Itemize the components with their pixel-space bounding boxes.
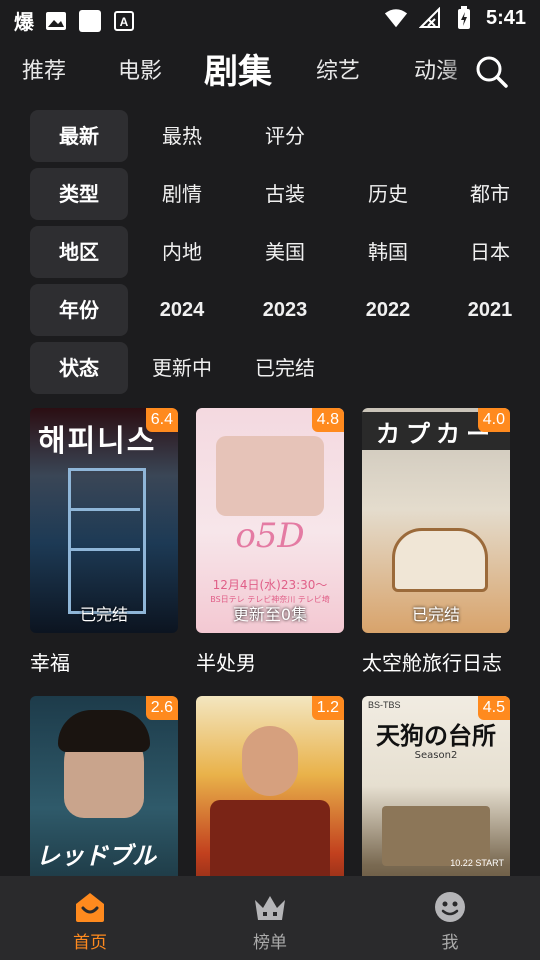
filter-option[interactable]: 评分: [235, 110, 335, 162]
series-card[interactable]: o5D 12月4日(水)23:30～ BS日テレ テレビ神奈川 テレビ埼 4.8…: [196, 408, 344, 676]
filter-row-genre: 类型 剧情 古装 历史 都市: [0, 168, 540, 220]
filter-option[interactable]: 美国: [235, 226, 335, 278]
filter-option[interactable]: 2024: [132, 284, 232, 336]
poster-image: カプカー 4.0 已完结: [362, 408, 510, 633]
search-icon[interactable]: [474, 54, 510, 90]
filter-option[interactable]: 2023: [235, 284, 335, 336]
poster-face: [242, 726, 298, 796]
clock: 5:41: [485, 6, 526, 29]
home-icon: [73, 890, 107, 924]
battery-charging-icon: [452, 6, 476, 30]
series-title: 半处男: [196, 651, 256, 675]
filter-option[interactable]: 古装: [235, 168, 335, 220]
filter-option[interactable]: 已完结: [235, 342, 335, 394]
bottom-navigation: 首页 榜单 我: [0, 876, 540, 960]
filter-option[interactable]: 韩国: [338, 226, 438, 278]
category-tabs: 推荐 电影 剧集 综艺 动漫: [0, 44, 540, 100]
nav-rankings[interactable]: 榜单: [210, 890, 330, 953]
filter-head-year[interactable]: 年份: [30, 284, 128, 336]
poster-line: [68, 508, 140, 511]
poster-date: 10.22 START: [450, 858, 504, 868]
series-card[interactable]: カプカー 4.0 已完结 太空舱旅行日志: [362, 408, 510, 676]
tab-recommend[interactable]: 推荐: [22, 44, 66, 100]
tab-series[interactable]: 剧集: [204, 44, 272, 100]
status-overlay: 已完结: [411, 605, 460, 624]
filter-head-latest[interactable]: 最新: [30, 110, 128, 162]
filter-option[interactable]: 2021: [440, 284, 540, 336]
filter-head-region[interactable]: 地区: [30, 226, 128, 278]
filter-option[interactable]: 2022: [338, 284, 438, 336]
poster-photo: [216, 436, 324, 516]
status-overlay: 已完结: [79, 605, 128, 624]
filter-option[interactable]: 更新中: [132, 342, 232, 394]
filter-option[interactable]: 内地: [132, 226, 232, 278]
tabs-fade-left: [0, 44, 20, 100]
filter-option[interactable]: 剧情: [132, 168, 232, 220]
poster-image: 해피니스 6.4 已完结: [30, 408, 178, 633]
rating-badge: 4.8: [311, 408, 344, 432]
filter-option[interactable]: 都市: [440, 168, 540, 220]
poster-airdate: 12月4日(水)23:30～: [212, 578, 328, 592]
filter-row-sort: 最新 最热 评分: [0, 110, 540, 162]
square-icon: [78, 9, 102, 33]
nav-home[interactable]: 首页: [30, 890, 150, 953]
wifi-icon: [384, 6, 408, 30]
filter-row-year: 年份 2024 2023 2022 2021: [0, 284, 540, 336]
filter-row-region: 地区 内地 美国 韩国 日本: [0, 226, 540, 278]
poster-hair: [58, 710, 150, 752]
filter-row-status: 状态 更新中 已完结: [0, 342, 540, 394]
series-title: 幸福: [30, 651, 70, 675]
filter-head-genre[interactable]: 类型: [30, 168, 128, 220]
nav-me-label: 我: [441, 933, 459, 953]
status-overlay: 更新至0集: [232, 605, 308, 624]
poster-capsule: [392, 528, 488, 592]
poster-logo: 해피니스: [38, 424, 157, 459]
status-bar: 爆 A 5:41: [0, 0, 540, 38]
nav-home-label: 首页: [73, 933, 107, 953]
series-title: 太空舱旅行日志: [362, 651, 502, 675]
smiley-icon: [433, 890, 467, 924]
image-icon: [44, 9, 68, 33]
keyboard-a-icon: A: [112, 9, 136, 33]
no-signal-icon: [418, 6, 442, 30]
series-card[interactable]: 해피니스 6.4 已完结 幸福: [30, 408, 178, 676]
poster-network: BS-TBS: [368, 700, 401, 710]
rating-badge: 6.4: [145, 408, 178, 432]
poster-image: o5D 12月4日(水)23:30～ BS日テレ テレビ神奈川 テレビ埼 4.8…: [196, 408, 344, 633]
app-notification-icon: 爆: [14, 10, 34, 34]
filter-option[interactable]: 最热: [132, 110, 232, 162]
nav-me[interactable]: 我: [390, 890, 510, 953]
tab-movies[interactable]: 电影: [118, 44, 162, 100]
poster-scene: [382, 806, 490, 866]
filter-option[interactable]: 日本: [440, 226, 540, 278]
nav-rankings-label: 榜单: [253, 933, 287, 953]
poster-season: Season2: [414, 750, 458, 761]
filter-head-status[interactable]: 状态: [30, 342, 128, 394]
rating-badge: 2.6: [145, 696, 178, 720]
poster-logo: o5D: [235, 516, 305, 556]
poster-building: [68, 468, 146, 614]
filter-option[interactable]: 历史: [338, 168, 438, 220]
poster-logo: 天狗の台所: [376, 721, 496, 750]
crown-icon: [253, 890, 287, 924]
svg-text:A: A: [120, 15, 129, 29]
rating-badge: 1.2: [311, 696, 344, 720]
rating-badge: 4.5: [477, 696, 510, 720]
poster-line: [68, 548, 140, 551]
rating-badge: 4.0: [477, 408, 510, 432]
tab-variety[interactable]: 综艺: [316, 44, 360, 100]
